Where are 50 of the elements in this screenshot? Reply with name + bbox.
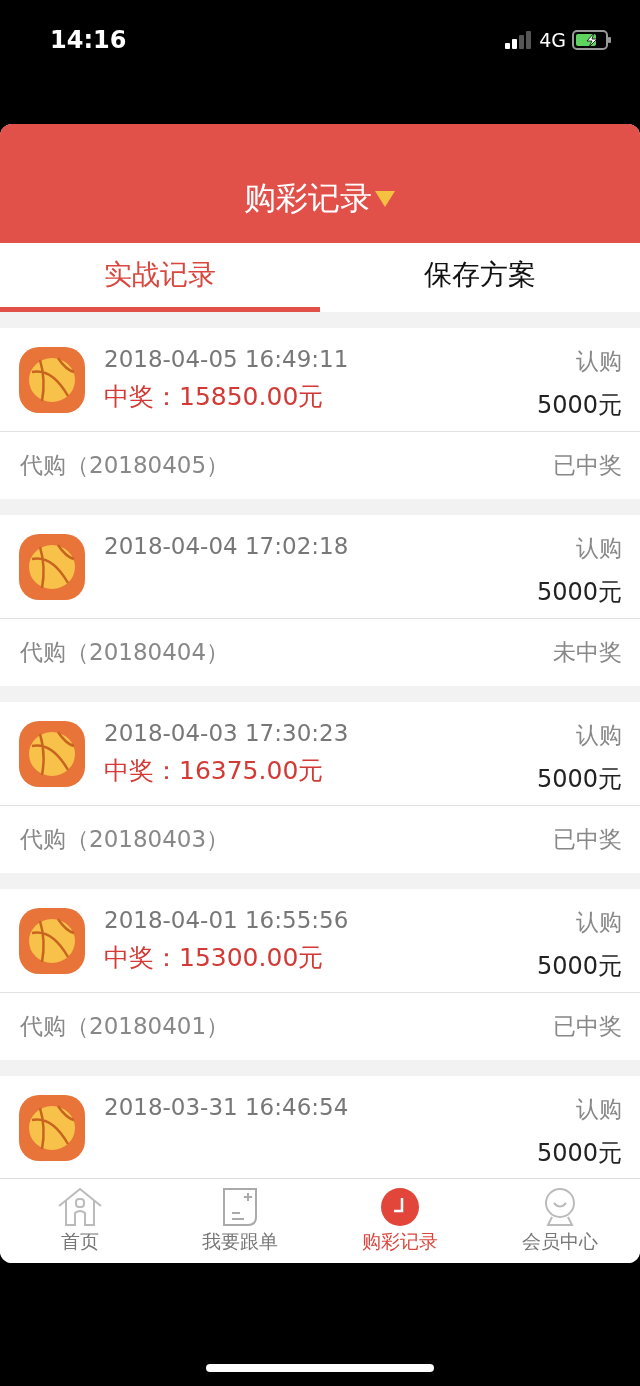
nav-item[interactable]: 首页	[0, 1179, 160, 1263]
title-dropdown[interactable]: 购彩记录	[244, 177, 396, 221]
signal-icon	[505, 31, 534, 49]
order-id: 代购（20180404）	[20, 638, 230, 667]
note-add-icon	[222, 1187, 258, 1227]
record-time: 2018-03-31 16:46:54	[104, 1094, 350, 1120]
stake-amount: 5000元	[536, 390, 622, 421]
prize-amount: 中奖：15850.00元	[104, 381, 325, 413]
subscribe-label: 认购	[576, 721, 622, 750]
result-status: 已中奖	[553, 1012, 622, 1041]
record-card[interactable]: 2018-04-04 17:02:18 认购 5000元 代购（20180404） 未中奖	[0, 515, 640, 686]
home-indicator[interactable]	[206, 1364, 434, 1372]
nav-item[interactable]: 会员中心	[480, 1179, 640, 1263]
record-time: 2018-04-01 16:55:56	[104, 907, 350, 933]
basketball-icon	[18, 906, 86, 975]
prize-amount: 中奖：15300.00元	[104, 942, 325, 974]
order-id: 代购（20180405）	[20, 451, 230, 480]
result-status: 未中奖	[553, 638, 622, 667]
record-time: 2018-04-05 16:49:11	[104, 346, 350, 372]
record-card[interactable]: 2018-04-01 16:55:56 中奖：15300.00元 认购 5000元 代购（20180401） 已中奖	[0, 889, 640, 1060]
basketball-icon	[18, 1093, 86, 1162]
home-icon	[57, 1187, 103, 1227]
record-time: 2018-04-03 17:30:23	[104, 720, 350, 746]
stake-amount: 5000元	[536, 1138, 622, 1169]
record-card[interactable]: 2018-04-05 16:49:11 中奖：15850.00元 认购 5000元 代购（20180405） 已中奖	[0, 328, 640, 499]
battery-icon	[572, 30, 612, 50]
subscribe-label: 认购	[576, 908, 622, 937]
network-label: 4G	[539, 29, 566, 51]
result-status: 已中奖	[553, 451, 622, 480]
order-id: 代购（20180403）	[20, 825, 230, 854]
clock-icon	[380, 1187, 420, 1227]
order-id: 代购（20180401）	[20, 1012, 230, 1041]
record-card[interactable]: 2018-03-31 16:46:54 认购 5000元	[0, 1076, 640, 1178]
basketball-icon	[18, 719, 86, 788]
stake-amount: 5000元	[536, 577, 622, 608]
basketball-icon	[18, 345, 86, 414]
status-time: 14:16	[50, 26, 127, 54]
subscribe-label: 认购	[576, 534, 622, 563]
basketball-icon	[18, 532, 86, 601]
result-status: 已中奖	[553, 825, 622, 854]
record-time: 2018-04-04 17:02:18	[104, 533, 350, 559]
subscribe-label: 认购	[576, 347, 622, 376]
prize-amount: 中奖：16375.00元	[104, 755, 325, 787]
caret-icon	[374, 190, 396, 208]
subscribe-label: 认购	[576, 1095, 622, 1124]
record-card[interactable]: 2018-04-03 17:30:23 中奖：16375.00元 认购 5000元 代购（20180403） 已中奖	[0, 702, 640, 873]
stake-amount: 5000元	[536, 951, 622, 982]
stake-amount: 5000元	[536, 764, 622, 795]
nav-item[interactable]: 我要跟单	[160, 1179, 320, 1263]
nav-item[interactable]: 购彩记录	[320, 1179, 480, 1263]
